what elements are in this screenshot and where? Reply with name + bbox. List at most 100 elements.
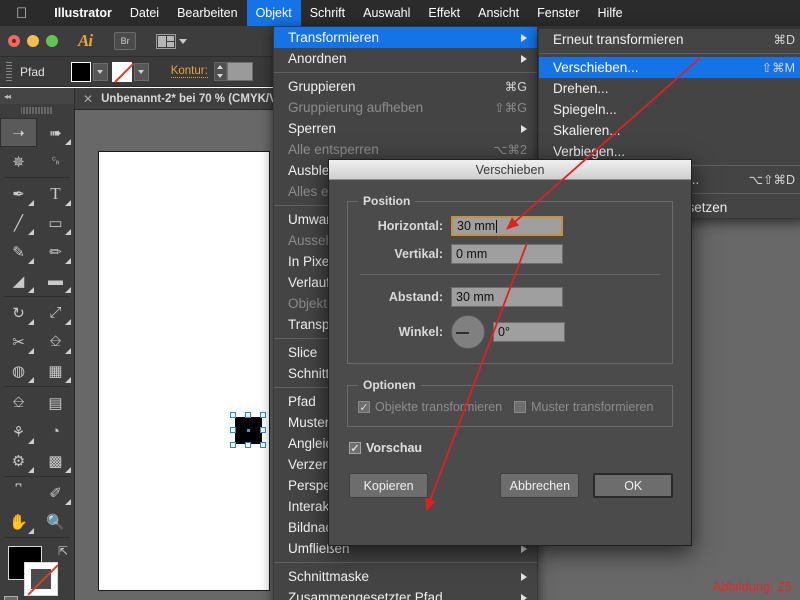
stroke-weight-label: Kontur: — [170, 65, 208, 78]
stroke-dropdown-button[interactable] — [133, 62, 149, 81]
apple-logo-icon[interactable]:  — [16, 6, 27, 21]
maximize-window-button[interactable] — [46, 35, 58, 47]
fill-dropdown-button[interactable] — [92, 62, 108, 81]
menu-item-spiegeln[interactable]: Spiegeln... — [539, 99, 800, 120]
menu-item-skalieren[interactable]: Skalieren... — [539, 120, 800, 141]
stroke-weight-stepper[interactable] — [213, 62, 227, 81]
window-controls — [8, 35, 58, 47]
menu-item-zusammengesetzter-pfad[interactable]: Zusammengesetzter Pfad — [274, 587, 537, 600]
lasso-tool[interactable]: ␍ — [37, 147, 74, 176]
menu-item-gruppierung-aufheben[interactable]: Gruppierung aufheben ⇧⌘G — [274, 97, 537, 118]
close-window-button[interactable] — [8, 35, 20, 47]
menu-item-label: Gruppieren — [288, 79, 356, 94]
stroke-color-box[interactable] — [24, 562, 58, 596]
vertikal-input[interactable]: 0 mm — [451, 244, 563, 264]
menu-item-transformieren[interactable]: Transformieren — [274, 27, 537, 48]
mesh-tool[interactable]: ⎒ — [0, 388, 37, 417]
minimize-window-button[interactable] — [27, 35, 39, 47]
menu-item-sperren[interactable]: Sperren — [274, 118, 537, 139]
menubar-item-objekt[interactable]: Objekt — [246, 0, 301, 26]
abbrechen-button[interactable]: Abbrechen — [500, 473, 580, 498]
menubar-item-hilfe[interactable]: Hilfe — [589, 0, 632, 26]
tools-panel-collapse[interactable]: ◂◂ — [0, 88, 74, 104]
pencil-tool[interactable]: ✏ — [37, 237, 74, 266]
direct-selection-tool[interactable]: ➠ — [37, 118, 74, 147]
fill-swatch-group[interactable] — [70, 61, 108, 82]
slice-tool[interactable]: ✐ — [37, 478, 74, 507]
ok-button[interactable]: OK — [593, 473, 673, 498]
vertikal-label: Vertikal: — [394, 247, 443, 261]
menu-item-schnittmaske[interactable]: Schnittmaske — [274, 566, 537, 587]
width-tool[interactable]: ✂ — [0, 327, 37, 356]
menu-item-anordnen[interactable]: Anordnen — [274, 48, 537, 69]
artboard-tool[interactable]: ⎴ — [0, 478, 37, 507]
menubar-item-effekt[interactable]: Effekt — [419, 0, 469, 26]
magic-wand-tool[interactable]: ✵ — [0, 147, 37, 176]
rectangle-tool[interactable]: ▭ — [37, 208, 74, 237]
stroke-swatch-group[interactable] — [111, 61, 149, 82]
vorschau-checkbox[interactable]: Vorschau — [349, 441, 673, 455]
angle-dial[interactable] — [451, 315, 485, 349]
perspective-grid-tool[interactable]: ▦ — [37, 356, 74, 385]
line-segment-tool[interactable]: ╱ — [0, 208, 37, 237]
blob-brush-tool[interactable]: ◢ — [0, 266, 37, 295]
checkbox-icon — [349, 442, 361, 454]
type-tool[interactable]: T — [37, 179, 74, 208]
app-window:  Illustrator Datei Bearbeiten Objekt Sc… — [0, 0, 800, 600]
menubar-item-schrift[interactable]: Schrift — [301, 0, 354, 26]
hand-tool[interactable]: ✋ — [0, 507, 37, 536]
rotate-tool[interactable]: ↻ — [0, 298, 37, 327]
close-icon[interactable]: ✕ — [83, 92, 93, 106]
tools-panel-grip[interactable] — [21, 106, 53, 115]
menubar-item-auswahl[interactable]: Auswahl — [354, 0, 419, 26]
swap-fill-stroke-icon[interactable]: ⇱ — [58, 544, 68, 558]
verschieben-dialog[interactable]: Verschieben Position Horizontal: 30 mm V… — [328, 159, 692, 546]
menu-item-gruppieren[interactable]: Gruppieren ⌘G — [274, 76, 537, 97]
symbol-sprayer-tool[interactable]: ⚙ — [0, 446, 37, 475]
menu-item-label: Drehen... — [553, 81, 609, 96]
stroke-color-swatch[interactable] — [111, 61, 132, 82]
menubar-item-datei[interactable]: Datei — [121, 0, 168, 26]
default-fill-stroke-icon[interactable] — [4, 596, 18, 600]
muster-transformieren-checkbox[interactable]: Muster transformieren — [514, 400, 653, 414]
arrange-documents-button[interactable] — [156, 33, 188, 49]
menubar-item-fenster[interactable]: Fenster — [528, 0, 588, 26]
abstand-input[interactable]: 30 mm — [451, 287, 563, 307]
menu-item-drehen[interactable]: Drehen... — [539, 78, 800, 99]
tools-divider-3 — [4, 386, 70, 387]
shape-builder-tool[interactable]: ◍ — [0, 356, 37, 385]
artboard[interactable] — [98, 151, 270, 591]
menu-item-alle-entsperren[interactable]: Alle entsperren ⌥⌘2 — [274, 139, 537, 160]
eyedropper-tool[interactable]: ⚘ — [0, 417, 37, 446]
winkel-input[interactable]: 0° — [493, 322, 565, 342]
scale-tool[interactable]: ⤢ — [37, 298, 74, 327]
menubar-item-ansicht[interactable]: Ansicht — [469, 0, 528, 26]
zoom-tool[interactable]: 🔍 — [37, 507, 74, 536]
paintbrush-tool[interactable]: ✎ — [0, 237, 37, 266]
horizontal-input[interactable]: 30 mm — [451, 216, 563, 236]
fill-color-swatch[interactable] — [70, 61, 91, 82]
illustrator-logo-icon: Ai — [78, 31, 93, 50]
document-tab-title[interactable]: Unbenannt-2* bei 70 % (CMYK/Vo — [101, 93, 283, 105]
blend-tool[interactable]: ◔ — [37, 417, 74, 446]
bridge-button[interactable]: Br — [114, 32, 137, 50]
eraser-tool[interactable]: ▬ — [37, 266, 74, 295]
stroke-weight-field[interactable] — [226, 62, 253, 81]
tools-grid-nav: ⎴ ✐ ✋ 🔍 — [0, 478, 74, 536]
objekte-transformieren-checkbox[interactable]: Objekte transformieren — [358, 400, 502, 414]
horizontal-row: Horizontal: 30 mm — [358, 216, 662, 236]
column-graph-tool[interactable]: ▩ — [37, 446, 74, 475]
menubar-item-bearbeiten[interactable]: Bearbeiten — [168, 0, 246, 26]
pen-tool[interactable]: ✒ — [0, 179, 37, 208]
menu-item-verschieben[interactable]: Verschieben... ⇧⌘M — [539, 57, 800, 78]
gradient-tool[interactable]: ▤ — [37, 388, 74, 417]
free-transform-tool[interactable]: ⎒ — [37, 327, 74, 356]
submenu-arrow-icon — [521, 124, 527, 133]
menubar-app-name[interactable]: Illustrator — [45, 0, 121, 26]
control-bar-grip[interactable] — [6, 61, 12, 82]
menu-separator — [274, 72, 537, 73]
kopieren-button[interactable]: Kopieren — [349, 473, 429, 498]
menu-item-label: Spiegeln... — [553, 102, 617, 117]
selection-tool[interactable]: ➝ — [0, 118, 37, 147]
menu-item-erneut-transformieren[interactable]: Erneut transformieren ⌘D — [539, 29, 800, 50]
